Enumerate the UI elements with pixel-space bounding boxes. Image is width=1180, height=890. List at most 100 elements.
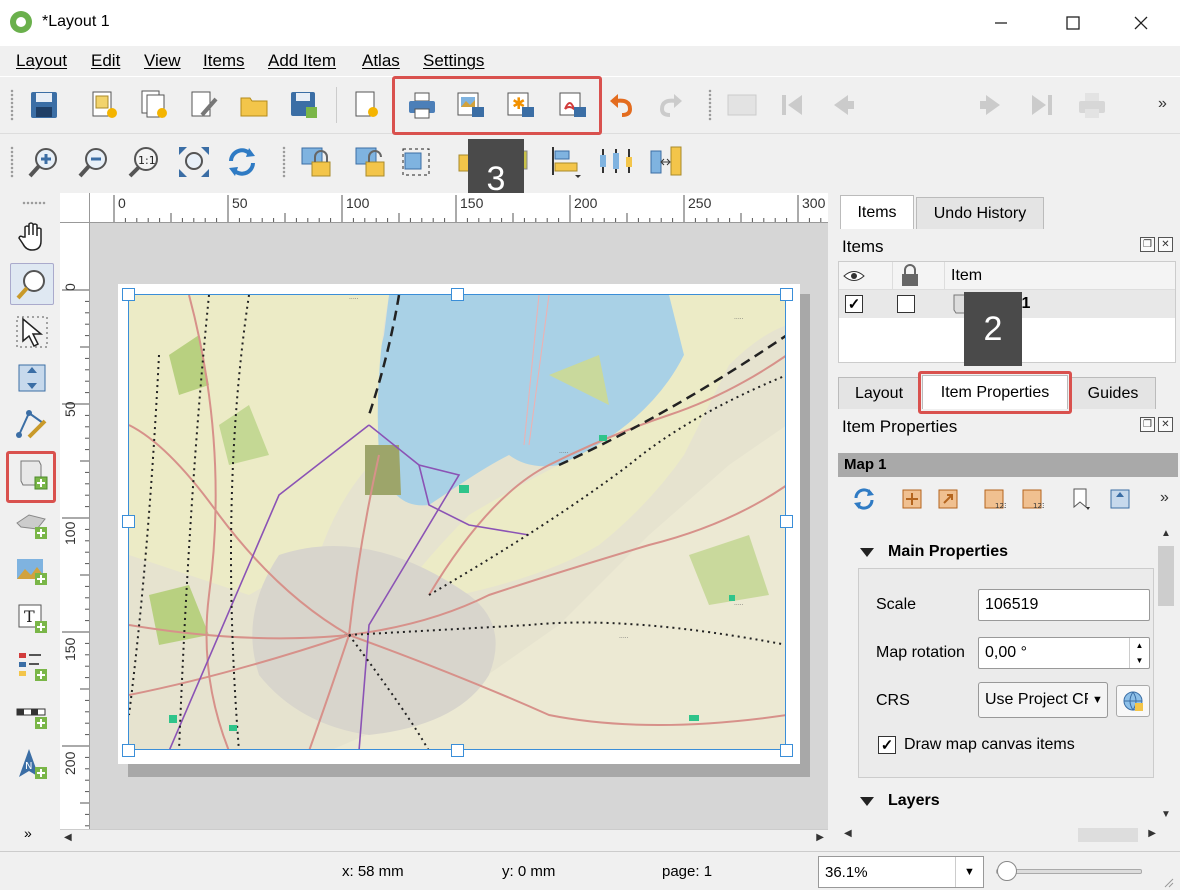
visibility-column-header[interactable] bbox=[839, 262, 893, 290]
zoom-tool-button[interactable] bbox=[10, 263, 54, 305]
scrollbar-thumb[interactable] bbox=[1078, 828, 1138, 842]
toolbar-grip[interactable] bbox=[10, 89, 14, 121]
layout-page[interactable]: ····· ····· ····· ····· ····· ····· bbox=[118, 284, 800, 764]
map-item[interactable]: ····· ····· ····· ····· ····· ····· bbox=[128, 294, 786, 750]
scrollbar-thumb[interactable] bbox=[1158, 546, 1174, 606]
close-icon[interactable]: ✕ bbox=[1158, 237, 1173, 252]
export-image-button[interactable] bbox=[450, 85, 490, 125]
float-icon[interactable]: ❐ bbox=[1140, 417, 1155, 432]
maximize-button[interactable] bbox=[1050, 6, 1096, 40]
view-extent-button[interactable] bbox=[928, 479, 968, 519]
menu-layout[interactable]: Layout bbox=[16, 51, 67, 71]
toolbar-overflow-icon[interactable]: » bbox=[1158, 95, 1167, 113]
selection-handle[interactable] bbox=[451, 744, 464, 757]
toolbox-grip[interactable] bbox=[22, 201, 46, 205]
crs-picker-button[interactable] bbox=[1116, 685, 1150, 717]
horizontal-ruler[interactable]: 0 50 100 150 200 250 300 bbox=[60, 193, 828, 223]
redo-button[interactable] bbox=[650, 85, 690, 125]
refresh-button[interactable] bbox=[222, 142, 262, 182]
atlas-preview-button[interactable] bbox=[722, 85, 762, 125]
menu-settings[interactable]: Settings bbox=[423, 51, 484, 71]
undo-button[interactable] bbox=[602, 85, 642, 125]
menu-edit[interactable]: Edit bbox=[91, 51, 120, 71]
collapse-icon[interactable] bbox=[860, 797, 874, 806]
view-scale-button[interactable]: 123 bbox=[1012, 479, 1052, 519]
tab-undo-history[interactable]: Undo History bbox=[916, 197, 1044, 229]
set-scale-button[interactable]: 123 bbox=[974, 479, 1014, 519]
refresh-preview-button[interactable] bbox=[844, 479, 884, 519]
atlas-first-button[interactable] bbox=[772, 85, 812, 125]
add-pages-button[interactable] bbox=[346, 85, 386, 125]
selection-handle[interactable] bbox=[780, 515, 793, 528]
menu-atlas[interactable]: Atlas bbox=[362, 51, 400, 71]
spin-buttons[interactable]: ▲ ▼ bbox=[1129, 638, 1149, 668]
toolbar-grip[interactable] bbox=[10, 146, 14, 178]
selection-handle[interactable] bbox=[122, 744, 135, 757]
add-3d-map-tool-button[interactable] bbox=[10, 503, 54, 545]
menu-items[interactable]: Items bbox=[203, 51, 245, 71]
add-picture-tool-button[interactable] bbox=[10, 549, 54, 591]
tab-item-properties[interactable]: Item Properties bbox=[922, 375, 1068, 409]
align-items-button[interactable] bbox=[546, 142, 586, 182]
zoom-out-button[interactable] bbox=[74, 142, 114, 182]
chevron-down-icon[interactable]: ▼ bbox=[955, 857, 983, 887]
chevron-down-icon[interactable]: ▼ bbox=[1088, 682, 1108, 718]
print-button[interactable] bbox=[402, 85, 442, 125]
atlas-print-button[interactable] bbox=[1072, 85, 1112, 125]
unlock-items-button[interactable] bbox=[350, 142, 390, 182]
float-icon[interactable]: ❐ bbox=[1140, 237, 1155, 252]
add-map-tool-button[interactable] bbox=[10, 453, 54, 495]
atlas-next-button[interactable] bbox=[972, 85, 1012, 125]
selection-handle[interactable] bbox=[780, 744, 793, 757]
scroll-left-icon[interactable]: ◀ bbox=[64, 832, 72, 843]
chevron-down-icon[interactable]: ▼ bbox=[1136, 656, 1144, 665]
set-extent-button[interactable] bbox=[892, 479, 932, 519]
move-content-tool-button[interactable] bbox=[10, 357, 54, 399]
properties-vertical-scrollbar[interactable]: ▲ ▼ bbox=[1156, 524, 1176, 824]
export-svg-button[interactable]: ✱ bbox=[500, 85, 540, 125]
atlas-last-button[interactable] bbox=[1022, 85, 1062, 125]
draw-canvas-items-checkbox[interactable]: ✓ bbox=[878, 736, 896, 754]
lock-column-header[interactable] bbox=[893, 262, 945, 290]
save-template-button[interactable] bbox=[284, 85, 324, 125]
menu-view[interactable]: View bbox=[144, 51, 181, 71]
scroll-down-icon[interactable]: ▼ bbox=[1161, 809, 1171, 820]
toolbar-grip[interactable] bbox=[282, 146, 286, 178]
layout-canvas[interactable]: ····· ····· ····· ····· ····· ····· bbox=[90, 223, 828, 829]
map-rotation-spinbox[interactable]: 0,00 ° ▲ ▼ bbox=[978, 637, 1150, 669]
more-tools-icon[interactable]: » bbox=[24, 825, 32, 841]
edit-content-button[interactable] bbox=[1100, 479, 1140, 519]
scroll-right-icon[interactable]: ▶ bbox=[816, 832, 824, 843]
lock-items-button[interactable] bbox=[296, 142, 336, 182]
zoom-in-button[interactable] bbox=[24, 142, 64, 182]
layout-manager-button[interactable] bbox=[184, 85, 224, 125]
new-layout-button[interactable] bbox=[84, 85, 124, 125]
tab-items[interactable]: Items bbox=[840, 195, 914, 229]
zoom-slider-thumb[interactable] bbox=[997, 861, 1017, 881]
scroll-left-icon[interactable]: ◀ bbox=[844, 828, 852, 839]
export-pdf-button[interactable] bbox=[552, 85, 592, 125]
zoom-actual-button[interactable]: 1:1 bbox=[124, 142, 164, 182]
zoom-combo[interactable]: 36.1% ▼ bbox=[818, 856, 984, 888]
zoom-full-button[interactable] bbox=[174, 142, 214, 182]
add-north-arrow-tool-button[interactable]: N bbox=[10, 743, 54, 785]
add-label-tool-button[interactable]: T bbox=[10, 597, 54, 639]
selection-handle[interactable] bbox=[780, 288, 793, 301]
selection-handle[interactable] bbox=[122, 288, 135, 301]
scroll-up-icon[interactable]: ▲ bbox=[1161, 528, 1171, 539]
add-scalebar-tool-button[interactable] bbox=[10, 693, 54, 735]
menu-add-item[interactable]: Add Item bbox=[268, 51, 336, 71]
close-icon[interactable]: ✕ bbox=[1158, 417, 1173, 432]
scale-input[interactable]: 106519 bbox=[978, 589, 1150, 621]
scroll-right-icon[interactable]: ▶ bbox=[1148, 828, 1156, 839]
add-legend-tool-button[interactable] bbox=[10, 645, 54, 687]
item-column-header[interactable]: Item bbox=[945, 262, 1175, 290]
vertical-ruler[interactable]: 0 50 100 150 200 bbox=[60, 223, 90, 829]
item-visible-checkbox[interactable]: ✓ bbox=[845, 295, 863, 313]
collapse-icon[interactable] bbox=[860, 548, 874, 557]
selection-handle[interactable] bbox=[451, 288, 464, 301]
properties-horizontal-scrollbar[interactable]: ◀ ▶ bbox=[838, 826, 1158, 844]
tab-guides[interactable]: Guides bbox=[1070, 377, 1156, 409]
toolbar-overflow-icon[interactable]: » bbox=[1160, 489, 1169, 507]
bookmarks-button[interactable] bbox=[1060, 479, 1100, 519]
